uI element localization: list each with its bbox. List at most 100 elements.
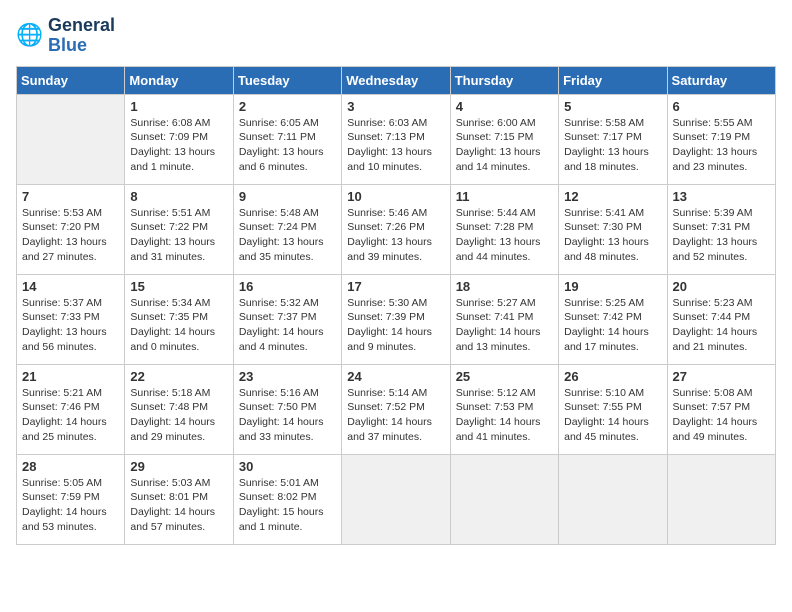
day-number: 25 [456,369,553,384]
calendar-cell: 13 Sunrise: 5:39 AM Sunset: 7:31 PM Dayli… [667,184,775,274]
day-number: 14 [22,279,119,294]
calendar-week-row: 14 Sunrise: 5:37 AM Sunset: 7:33 PM Dayli… [17,274,776,364]
day-header-thursday: Thursday [450,66,558,94]
calendar-cell: 14 Sunrise: 5:37 AM Sunset: 7:33 PM Dayli… [17,274,125,364]
day-number: 3 [347,99,444,114]
logo: 🌐 General Blue [16,16,115,56]
day-info: Sunrise: 6:00 AM Sunset: 7:15 PM Dayligh… [456,116,553,175]
calendar-cell: 10Sunrise: 5:46 AM Sunset: 7:26 PM Dayli… [342,184,450,274]
day-number: 2 [239,99,336,114]
day-number: 19 [564,279,661,294]
day-info: Sunrise: 6:03 AM Sunset: 7:13 PM Dayligh… [347,116,444,175]
calendar-week-row: 7 Sunrise: 5:53 AM Sunset: 7:20 PM Daylig… [17,184,776,274]
day-number: 23 [239,369,336,384]
day-number: 24 [347,369,444,384]
day-info: Sunrise: 5:01 AM Sunset: 8:02 PM Dayligh… [239,476,336,535]
day-info: Sunrise: 5:51 AM Sunset: 7:22 PM Dayligh… [130,206,227,265]
calendar-cell: 24 Sunrise: 5:14 AM Sunset: 7:52 PM Dayli… [342,364,450,454]
calendar-cell: 6 Sunrise: 5:55 AM Sunset: 7:19 PM Daylig… [667,94,775,184]
day-info: Sunrise: 5:03 AM Sunset: 8:01 PM Dayligh… [130,476,227,535]
calendar-cell: 12 Sunrise: 5:41 AM Sunset: 7:30 PM Dayli… [559,184,667,274]
calendar-cell: 11 Sunrise: 5:44 AM Sunset: 7:28 PM Dayli… [450,184,558,274]
calendar-cell [450,454,558,544]
calendar-cell: 7 Sunrise: 5:53 AM Sunset: 7:20 PM Daylig… [17,184,125,274]
day-info: Sunrise: 5:27 AM Sunset: 7:41 PM Dayligh… [456,296,553,355]
calendar-cell: 21 Sunrise: 5:21 AM Sunset: 7:46 PM Dayli… [17,364,125,454]
day-number: 9 [239,189,336,204]
day-number: 8 [130,189,227,204]
day-info: Sunrise: 5:44 AM Sunset: 7:28 PM Dayligh… [456,206,553,265]
calendar-week-row: 28Sunrise: 5:05 AM Sunset: 7:59 PM Dayli… [17,454,776,544]
day-info: Sunrise: 5:48 AM Sunset: 7:24 PM Dayligh… [239,206,336,265]
day-info: Sunrise: 5:14 AM Sunset: 7:52 PM Dayligh… [347,386,444,445]
day-number: 1 [130,99,227,114]
day-info: Sunrise: 5:21 AM Sunset: 7:46 PM Dayligh… [22,386,119,445]
day-number: 16 [239,279,336,294]
calendar-cell: 19 Sunrise: 5:25 AM Sunset: 7:42 PM Dayli… [559,274,667,364]
calendar-cell: 1 Sunrise: 6:08 AM Sunset: 7:09 PM Daylig… [125,94,233,184]
day-info: Sunrise: 5:41 AM Sunset: 7:30 PM Dayligh… [564,206,661,265]
day-number: 26 [564,369,661,384]
day-header-wednesday: Wednesday [342,66,450,94]
calendar-cell: 18 Sunrise: 5:27 AM Sunset: 7:41 PM Dayli… [450,274,558,364]
day-info: Sunrise: 5:25 AM Sunset: 7:42 PM Dayligh… [564,296,661,355]
svg-text:🌐: 🌐 [16,22,43,47]
calendar-cell: 15 Sunrise: 5:34 AM Sunset: 7:35 PM Dayli… [125,274,233,364]
day-number: 29 [130,459,227,474]
day-info: Sunrise: 6:05 AM Sunset: 7:11 PM Dayligh… [239,116,336,175]
day-number: 5 [564,99,661,114]
day-number: 7 [22,189,119,204]
day-info: Sunrise: 5:39 AM Sunset: 7:31 PM Dayligh… [673,206,770,265]
day-info: Sunrise: 5:34 AM Sunset: 7:35 PM Dayligh… [130,296,227,355]
calendar-cell: 2 Sunrise: 6:05 AM Sunset: 7:11 PM Daylig… [233,94,341,184]
logo-icon: 🌐 [16,22,44,50]
calendar-cell: 9 Sunrise: 5:48 AM Sunset: 7:24 PM Daylig… [233,184,341,274]
calendar-cell [17,94,125,184]
day-header-friday: Friday [559,66,667,94]
day-info: Sunrise: 5:37 AM Sunset: 7:33 PM Dayligh… [22,296,119,355]
calendar-cell: 4Sunrise: 6:00 AM Sunset: 7:15 PM Daylig… [450,94,558,184]
page-header: 🌐 General Blue [16,16,776,56]
day-number: 12 [564,189,661,204]
day-info: Sunrise: 5:53 AM Sunset: 7:20 PM Dayligh… [22,206,119,265]
day-info: Sunrise: 5:23 AM Sunset: 7:44 PM Dayligh… [673,296,770,355]
day-number: 20 [673,279,770,294]
calendar-cell: 30 Sunrise: 5:01 AM Sunset: 8:02 PM Dayli… [233,454,341,544]
calendar-cell: 16 Sunrise: 5:32 AM Sunset: 7:37 PM Dayli… [233,274,341,364]
day-number: 6 [673,99,770,114]
day-info: Sunrise: 5:30 AM Sunset: 7:39 PM Dayligh… [347,296,444,355]
day-number: 11 [456,189,553,204]
day-info: Sunrise: 5:08 AM Sunset: 7:57 PM Dayligh… [673,386,770,445]
calendar-cell: 25 Sunrise: 5:12 AM Sunset: 7:53 PM Dayli… [450,364,558,454]
day-number: 13 [673,189,770,204]
day-number: 18 [456,279,553,294]
calendar-cell: 23 Sunrise: 5:16 AM Sunset: 7:50 PM Dayli… [233,364,341,454]
calendar-cell: 8 Sunrise: 5:51 AM Sunset: 7:22 PM Daylig… [125,184,233,274]
calendar-cell: 27 Sunrise: 5:08 AM Sunset: 7:57 PM Dayli… [667,364,775,454]
day-number: 17 [347,279,444,294]
day-header-sunday: Sunday [17,66,125,94]
calendar-cell [559,454,667,544]
day-info: Sunrise: 5:46 AM Sunset: 7:26 PM Dayligh… [347,206,444,265]
calendar-cell: 22Sunrise: 5:18 AM Sunset: 7:48 PM Dayli… [125,364,233,454]
calendar-table: SundayMondayTuesdayWednesdayThursdayFrid… [16,66,776,545]
day-info: Sunrise: 5:55 AM Sunset: 7:19 PM Dayligh… [673,116,770,175]
calendar-cell: 17 Sunrise: 5:30 AM Sunset: 7:39 PM Dayli… [342,274,450,364]
day-number: 27 [673,369,770,384]
day-number: 21 [22,369,119,384]
day-number: 30 [239,459,336,474]
day-number: 15 [130,279,227,294]
calendar-cell: 26 Sunrise: 5:10 AM Sunset: 7:55 PM Dayli… [559,364,667,454]
day-info: Sunrise: 5:32 AM Sunset: 7:37 PM Dayligh… [239,296,336,355]
day-header-tuesday: Tuesday [233,66,341,94]
calendar-week-row: 21 Sunrise: 5:21 AM Sunset: 7:46 PM Dayli… [17,364,776,454]
calendar-cell: 29 Sunrise: 5:03 AM Sunset: 8:01 PM Dayli… [125,454,233,544]
day-info: Sunrise: 6:08 AM Sunset: 7:09 PM Dayligh… [130,116,227,175]
day-info: Sunrise: 5:10 AM Sunset: 7:55 PM Dayligh… [564,386,661,445]
day-info: Sunrise: 5:05 AM Sunset: 7:59 PM Dayligh… [22,476,119,535]
day-info: Sunrise: 5:12 AM Sunset: 7:53 PM Dayligh… [456,386,553,445]
day-header-monday: Monday [125,66,233,94]
day-info: Sunrise: 5:58 AM Sunset: 7:17 PM Dayligh… [564,116,661,175]
day-info: Sunrise: 5:16 AM Sunset: 7:50 PM Dayligh… [239,386,336,445]
calendar-cell: 20 Sunrise: 5:23 AM Sunset: 7:44 PM Dayli… [667,274,775,364]
